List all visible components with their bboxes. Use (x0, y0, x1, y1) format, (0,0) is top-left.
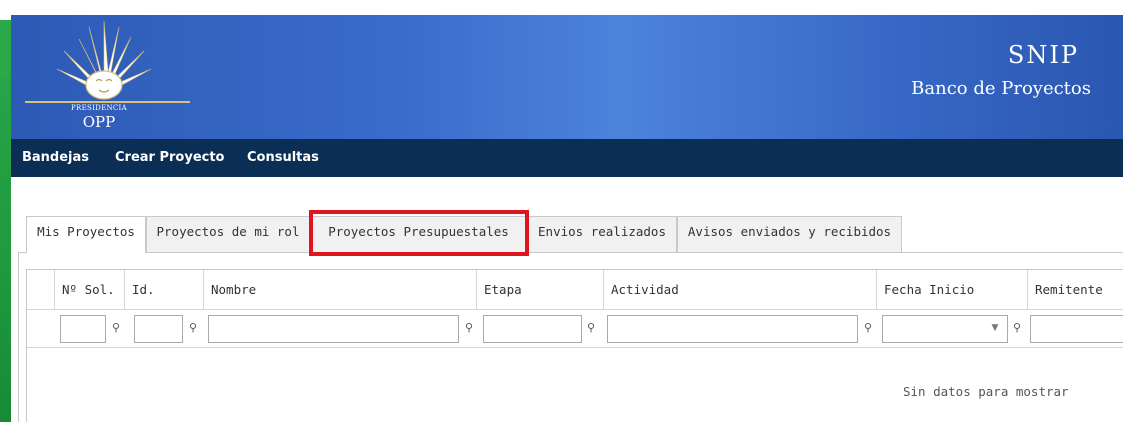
col-etapa[interactable]: Etapa (476, 270, 603, 310)
col-nro-sol[interactable]: Nº Sol. (54, 270, 124, 310)
col-nombre[interactable]: Nombre (203, 270, 476, 310)
col-actividad[interactable]: Actividad (603, 270, 876, 310)
col-remitente[interactable]: Remitente (1027, 270, 1123, 310)
nav-bandejas[interactable]: Bandejas (22, 139, 89, 177)
tab-avisos-enviados[interactable]: Avisos enviados y recibidos (677, 216, 902, 252)
projects-grid: Nº Sol. Id. Nombre Etapa Actividad Fecha… (26, 269, 1123, 422)
chevron-down-icon[interactable]: ▼ (988, 316, 1002, 340)
filter-nombre-input[interactable] (208, 315, 459, 343)
nav-consultas[interactable]: Consultas (247, 139, 319, 177)
filter-pin-icon[interactable]: ⚲ (586, 321, 596, 335)
app-title: SNIP (1007, 41, 1079, 69)
empty-state-message: Sin datos para mostrar (903, 384, 1069, 399)
main-nav: Bandejas Crear Proyecto Consultas (11, 139, 1123, 177)
filter-etapa-input[interactable] (483, 315, 582, 343)
tab-proyectos-de-mi-rol[interactable]: Proyectos de mi rol (146, 216, 310, 252)
logo-presidencia-text: PRESIDENCIA (71, 104, 127, 112)
filter-remitente-input[interactable] (1030, 315, 1123, 343)
logo-opp-text: OPP (82, 113, 116, 131)
filter-pin-icon[interactable]: ⚲ (111, 321, 121, 335)
logo-divider (25, 101, 190, 103)
filter-nro-sol-input[interactable] (60, 315, 106, 343)
grid-header-row: Nº Sol. Id. Nombre Etapa Actividad Fecha… (27, 270, 1123, 310)
sun-emblem-icon (56, 20, 152, 100)
presidencia-logo: PRESIDENCIA OPP (19, 19, 190, 137)
filter-pin-icon[interactable]: ⚲ (188, 321, 198, 335)
col-id[interactable]: Id. (124, 270, 203, 310)
left-accent-strip (0, 20, 11, 422)
tab-proyectos-presupuestales[interactable]: Proyectos Presupuestales (310, 216, 527, 252)
nav-crear-proyecto[interactable]: Crear Proyecto (115, 139, 225, 177)
tab-envios-realizados[interactable]: Envios realizados (527, 216, 677, 252)
filter-row: ⚲ ⚲ ⚲ ⚲ ⚲ ▼ ⚲ (27, 310, 1123, 348)
tab-mis-proyectos[interactable]: Mis Proyectos (26, 216, 146, 253)
col-fecha-inicio[interactable]: Fecha Inicio (876, 270, 1027, 310)
filter-pin-icon[interactable]: ⚲ (863, 321, 873, 335)
filter-id-input[interactable] (134, 315, 183, 343)
filter-pin-icon[interactable]: ⚲ (464, 321, 474, 335)
filter-pin-icon[interactable]: ⚲ (1012, 321, 1022, 335)
filter-actividad-input[interactable] (607, 315, 858, 343)
app-header: PRESIDENCIA OPP SNIP Banco de Proyectos (11, 15, 1123, 139)
app-subtitle: Banco de Proyectos (911, 78, 1091, 99)
